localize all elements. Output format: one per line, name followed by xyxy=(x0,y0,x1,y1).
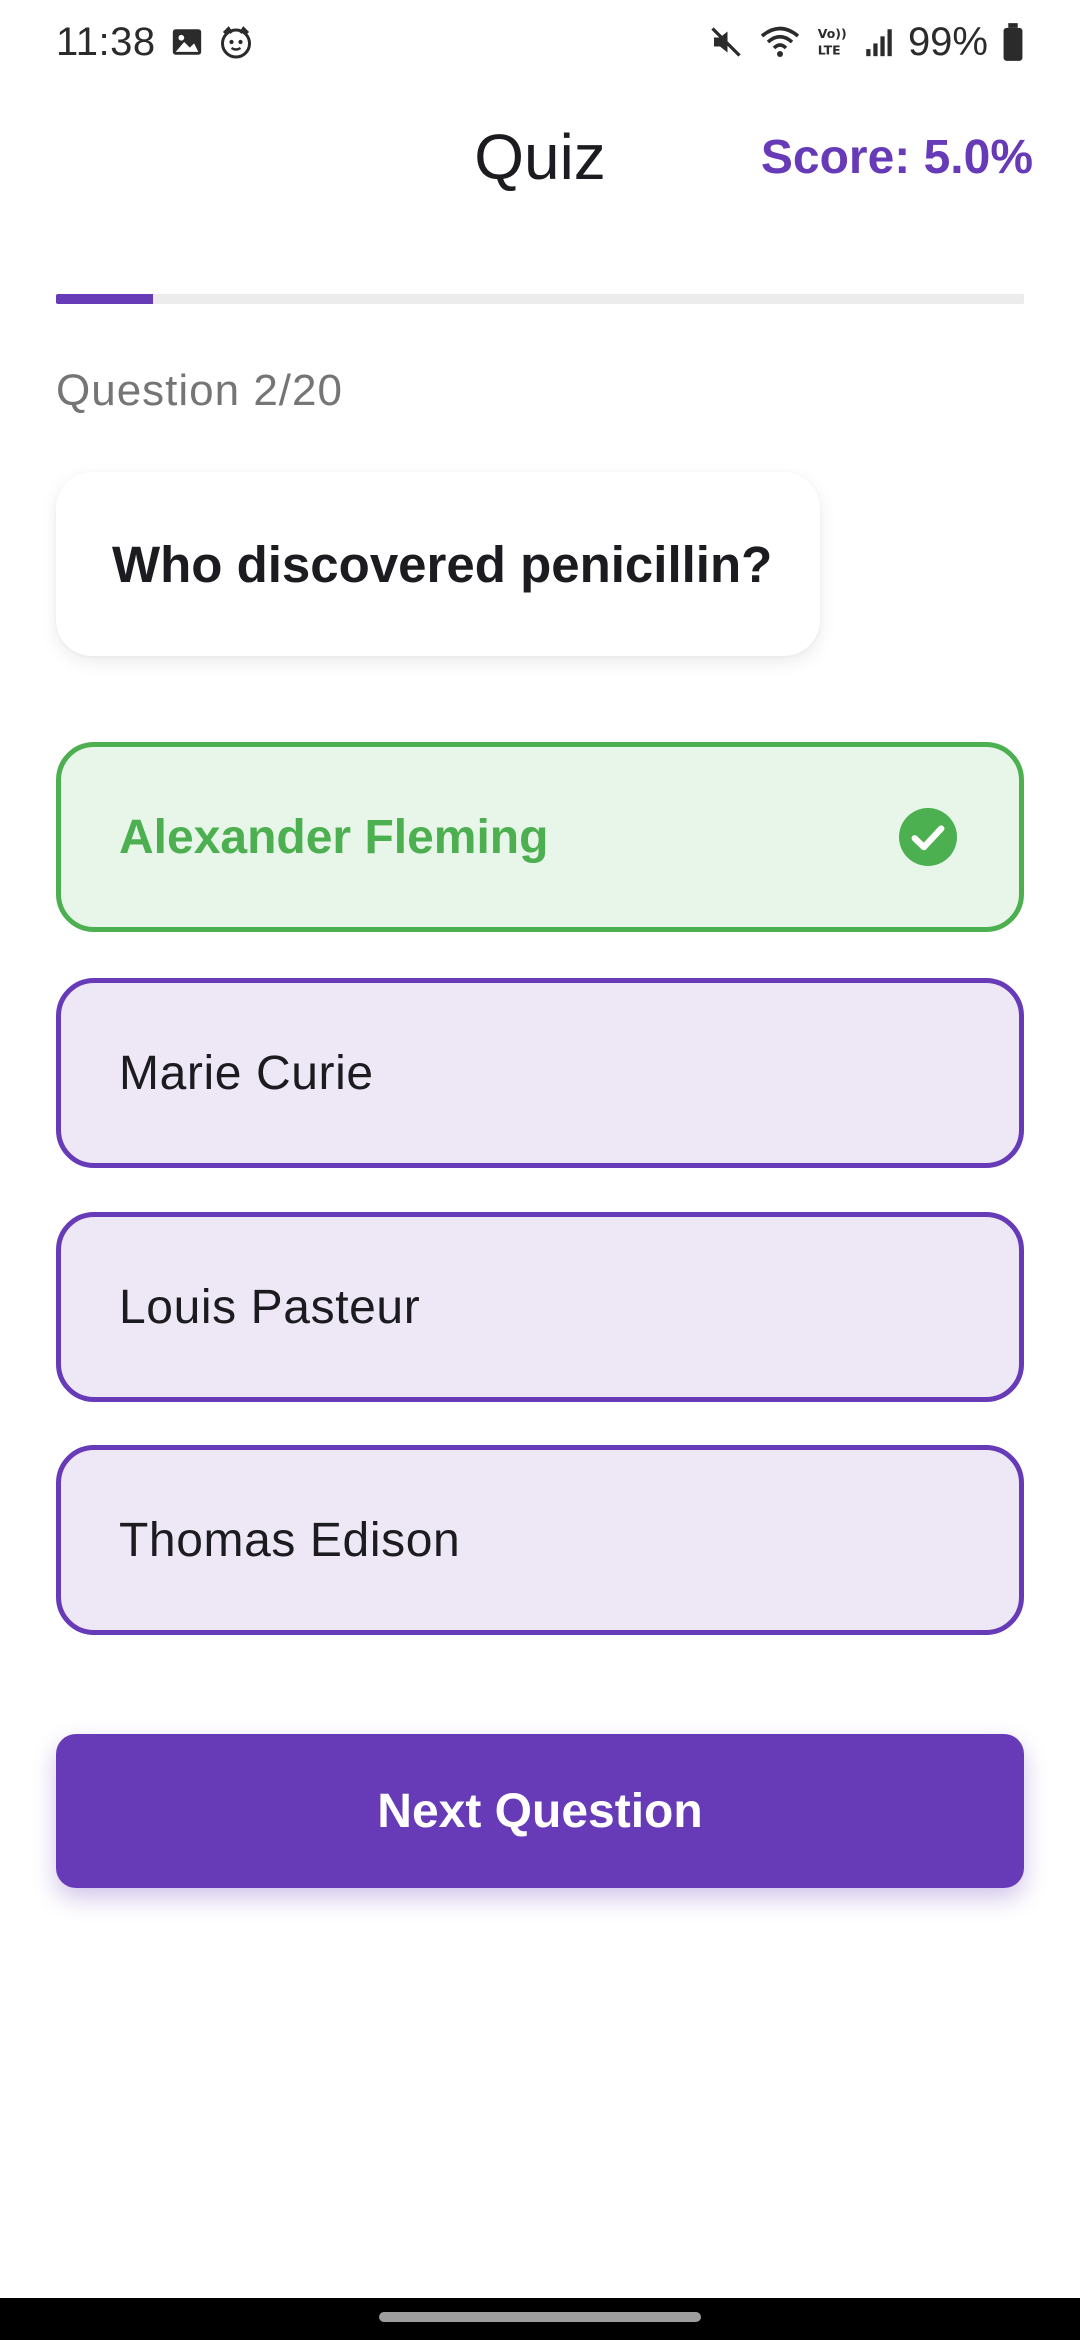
next-question-button[interactable]: Next Question xyxy=(56,1734,1024,1888)
status-bar: 11:38 Vo)) LTE 99% xyxy=(0,0,1080,84)
answer-label: Marie Curie xyxy=(119,1046,374,1100)
answer-option[interactable]: Thomas Edison xyxy=(56,1445,1024,1635)
progress-fill xyxy=(56,294,153,304)
cat-face-icon xyxy=(220,26,251,59)
check-circle-icon xyxy=(899,808,957,866)
battery-percent: 99% xyxy=(907,19,988,64)
volte-icon: Vo)) LTE xyxy=(818,26,847,58)
answer-option[interactable]: Marie Curie xyxy=(56,978,1024,1168)
answer-option-correct[interactable]: Alexander Fleming xyxy=(56,742,1024,932)
question-text: Who discovered penicillin? xyxy=(112,535,773,593)
question-counter: Question 2/20 xyxy=(56,366,343,415)
svg-text:Vo)): Vo)) xyxy=(818,26,847,41)
progress-bar xyxy=(56,294,1024,304)
battery-icon xyxy=(1003,23,1023,61)
wifi-icon xyxy=(760,26,800,57)
status-time: 11:38 xyxy=(56,19,156,64)
score-label: Score: 5.0% xyxy=(760,131,1033,184)
answer-label: Thomas Edison xyxy=(119,1513,461,1567)
status-right: Vo)) LTE 99% xyxy=(708,20,1024,65)
status-left: 11:38 xyxy=(56,20,254,65)
answer-option[interactable]: Louis Pasteur xyxy=(56,1212,1024,1402)
answer-label: Alexander Fleming xyxy=(119,810,549,864)
mute-icon xyxy=(711,27,741,57)
app-bar: Quiz Score: 5.0% xyxy=(0,100,1080,220)
navigation-bar xyxy=(0,2298,1080,2340)
quiz-screen: 11:38 Vo)) LTE 99% Quiz Score: 5.0% Ques… xyxy=(0,0,1080,2340)
image-icon xyxy=(172,29,201,55)
next-question-label: Next Question xyxy=(377,1784,703,1838)
svg-text:LTE: LTE xyxy=(818,42,841,57)
home-gesture-handle[interactable] xyxy=(379,2312,701,2322)
question-card: Who discovered penicillin? xyxy=(56,472,820,656)
answer-label: Louis Pasteur xyxy=(119,1280,421,1334)
signal-icon xyxy=(866,29,892,57)
